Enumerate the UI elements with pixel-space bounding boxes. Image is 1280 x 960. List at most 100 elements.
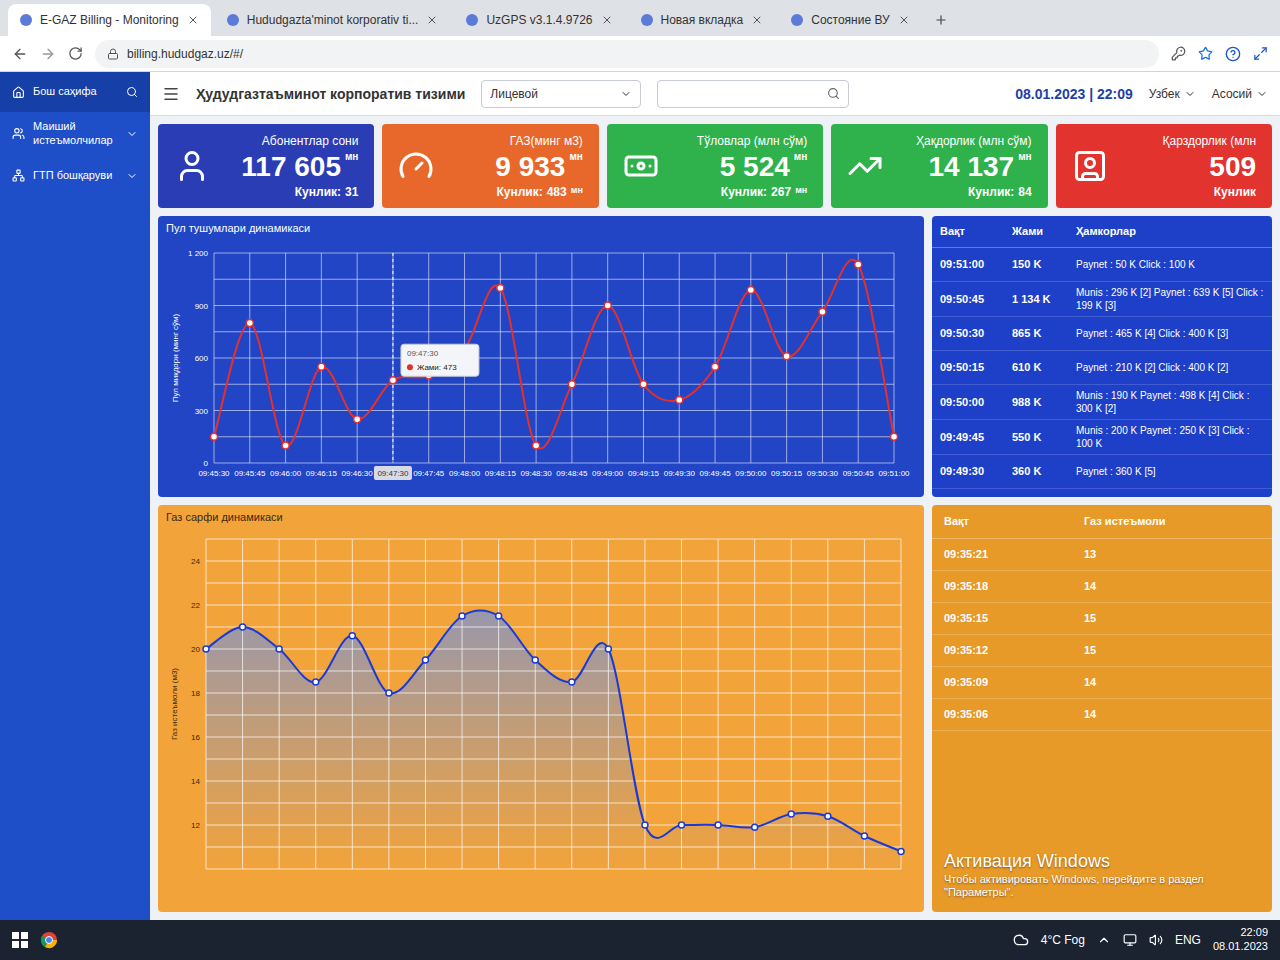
table-row[interactable]: 09:35:1814 xyxy=(932,571,1272,603)
close-icon[interactable] xyxy=(187,14,199,26)
close-icon[interactable] xyxy=(601,14,613,26)
sidebar-item[interactable]: Маиший истеъмолчилар xyxy=(0,112,150,156)
forward-icon[interactable] xyxy=(40,46,56,62)
browser-tab[interactable]: E-GAZ Billing - Monitoring xyxy=(8,4,211,36)
card-value: 117 605мн xyxy=(241,149,358,184)
data-point[interactable] xyxy=(891,433,898,440)
menu-icon[interactable] xyxy=(162,85,180,103)
data-point[interactable] xyxy=(819,308,826,315)
close-icon[interactable] xyxy=(426,14,438,26)
chevron-up-icon[interactable] xyxy=(1097,933,1111,947)
table-row[interactable]: 09:50:451 134 KMunis : 296 K [2] Paynet … xyxy=(932,282,1272,317)
data-point[interactable] xyxy=(386,690,392,696)
y-tick: 900 xyxy=(195,301,209,310)
account-select[interactable]: Лицевой xyxy=(481,80,641,108)
data-point[interactable] xyxy=(313,679,319,685)
search-field[interactable] xyxy=(657,80,849,108)
help-icon[interactable] xyxy=(1225,46,1241,62)
stat-card[interactable]: Абонентлар сони117 605мнКунлик:31 xyxy=(158,124,374,208)
data-point[interactable] xyxy=(676,396,683,403)
svg-text:Жами: 473: Жами: 473 xyxy=(417,363,457,372)
volume-icon[interactable] xyxy=(1149,933,1163,947)
data-point[interactable] xyxy=(861,833,867,839)
weather[interactable]: 4°C Fog xyxy=(1041,932,1085,948)
data-point[interactable] xyxy=(788,811,794,817)
network-icon[interactable] xyxy=(1123,933,1137,947)
table-row[interactable]: 09:51:00150 KPaynet : 50 K Click : 100 K xyxy=(932,248,1272,282)
windows-logo-icon[interactable] xyxy=(12,932,28,948)
data-point[interactable] xyxy=(497,284,504,291)
data-point[interactable] xyxy=(568,380,575,387)
data-point[interactable] xyxy=(422,657,428,663)
close-icon[interactable] xyxy=(751,14,763,26)
grid-line xyxy=(206,583,901,584)
stat-card[interactable]: Ҳақдорлик (млн сўм)14 137мнКунлик:84 xyxy=(831,124,1047,208)
data-point[interactable] xyxy=(712,363,719,370)
table-row[interactable]: 09:35:1215 xyxy=(932,635,1272,667)
key-icon[interactable] xyxy=(1171,46,1186,61)
data-point[interactable] xyxy=(855,261,862,268)
data-point[interactable] xyxy=(318,363,325,370)
sidebar-item[interactable]: ГТП бошқаруви xyxy=(0,156,150,196)
data-point[interactable] xyxy=(898,848,904,854)
data-point[interactable] xyxy=(459,613,465,619)
data-point[interactable] xyxy=(246,319,253,326)
data-point[interactable] xyxy=(747,286,754,293)
language-select[interactable]: Узбек xyxy=(1149,86,1196,102)
data-point[interactable] xyxy=(752,824,758,830)
table-row[interactable]: 09:50:00988 KMunis : 190 K Paynet : 498 … xyxy=(932,385,1272,420)
browser-tab[interactable]: Состояние ВУ xyxy=(779,4,921,36)
data-point[interactable] xyxy=(604,302,611,309)
grid-line xyxy=(644,539,645,869)
data-point[interactable] xyxy=(569,679,575,685)
taskbar: 4°C Fog ENG 22:0908.01.2023 xyxy=(0,920,1280,960)
table-row[interactable]: 09:35:0914 xyxy=(932,667,1272,699)
clock[interactable]: 22:0908.01.2023 xyxy=(1213,926,1268,954)
data-point[interactable] xyxy=(354,415,361,422)
data-point[interactable] xyxy=(240,624,246,630)
new-tab-button[interactable] xyxy=(926,4,956,36)
card-title: Қарздорлик (млн xyxy=(1162,133,1256,149)
data-point[interactable] xyxy=(496,613,502,619)
back-icon[interactable] xyxy=(12,46,28,62)
data-point[interactable] xyxy=(533,442,540,449)
data-point[interactable] xyxy=(825,813,831,819)
browser-tab[interactable]: UzGPS v3.1.4.9726 xyxy=(454,4,624,36)
data-point[interactable] xyxy=(276,646,282,652)
data-point[interactable] xyxy=(349,633,355,639)
url-field[interactable]: billing.hududgaz.uz/#/ xyxy=(95,40,1159,68)
table-row[interactable]: 09:50:15610 KPaynet : 210 K [2] Click : … xyxy=(932,351,1272,385)
cell-partners: Paynet : 360 K [5] xyxy=(1076,465,1264,478)
fullscreen-icon[interactable] xyxy=(1253,46,1268,61)
x-tick: 09:49:45 xyxy=(699,469,731,478)
table-row[interactable]: 09:35:0614 xyxy=(932,699,1272,731)
browser-tab[interactable]: Новая вкладка xyxy=(629,4,776,36)
reload-icon[interactable] xyxy=(68,46,83,61)
table-row[interactable]: 09:49:45550 KMunis : 200 K Paynet : 250 … xyxy=(932,420,1272,455)
stat-card[interactable]: Тўловлар (млн сўм)5 524мнКунлик:267мн xyxy=(607,124,823,208)
data-point[interactable] xyxy=(783,352,790,359)
data-point[interactable] xyxy=(203,646,209,652)
table-row[interactable]: 09:35:2113 xyxy=(932,539,1272,571)
table-row[interactable]: 09:50:30865 KPaynet : 465 K [4] Click : … xyxy=(932,317,1272,351)
sidebar-item[interactable]: Бош саҳифа xyxy=(0,72,150,112)
data-point[interactable] xyxy=(532,657,538,663)
chrome-icon[interactable] xyxy=(40,931,58,949)
close-icon[interactable] xyxy=(898,14,910,26)
data-point[interactable] xyxy=(605,646,611,652)
bookmark-icon[interactable] xyxy=(1198,46,1213,61)
data-point[interactable] xyxy=(642,822,648,828)
data-point[interactable] xyxy=(211,433,218,440)
data-point[interactable] xyxy=(679,822,685,828)
data-point[interactable] xyxy=(282,442,289,449)
cell-partners: Paynet : 465 K [4] Click : 400 K [3] xyxy=(1076,327,1264,340)
stat-card[interactable]: Қарздорлик (млн509Кунлик xyxy=(1056,124,1272,208)
table-row[interactable]: 09:49:30360 KPaynet : 360 K [5] xyxy=(932,455,1272,489)
input-language[interactable]: ENG xyxy=(1175,932,1201,948)
table-row[interactable]: 09:35:1515 xyxy=(932,603,1272,635)
main-menu[interactable]: Асосий xyxy=(1212,86,1268,102)
browser-tab[interactable]: Hududgazta'minot korporativ ti... xyxy=(215,4,451,36)
data-point[interactable] xyxy=(715,822,721,828)
stat-card[interactable]: ГАЗ(минг м3)9 933мнКунлик:483мн xyxy=(382,124,598,208)
data-point[interactable] xyxy=(640,380,647,387)
